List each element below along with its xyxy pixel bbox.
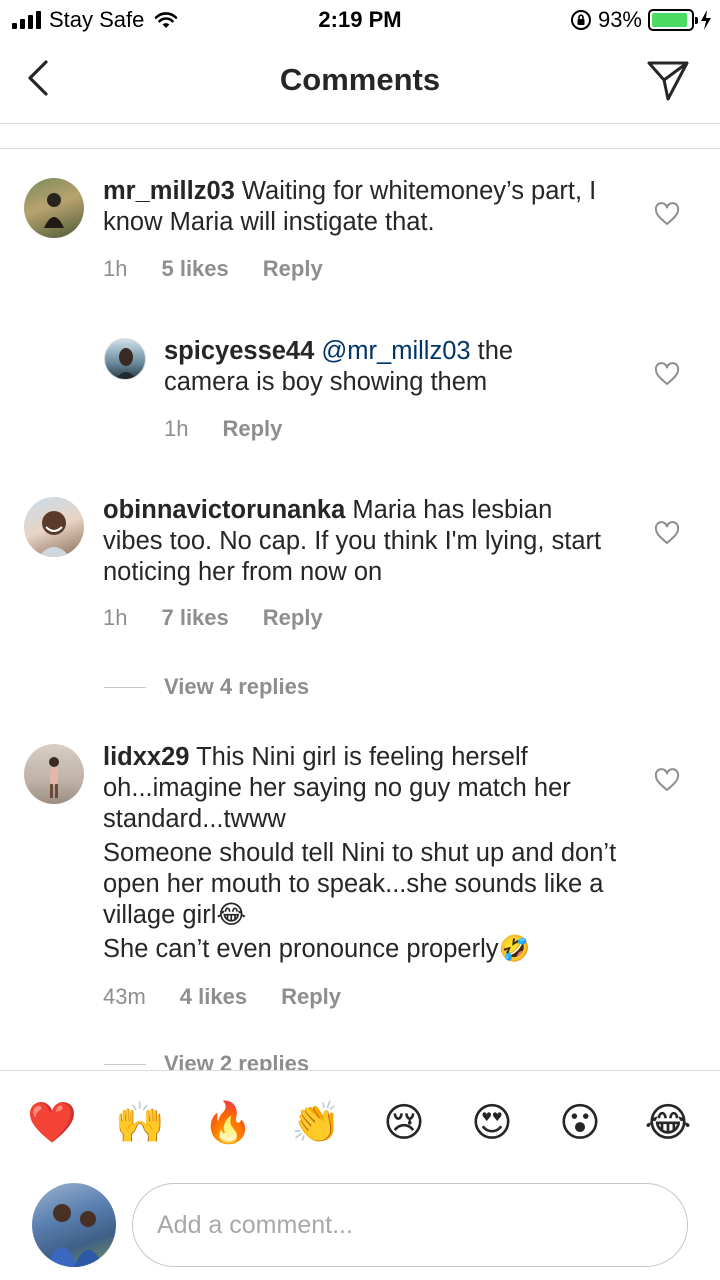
comment-body: Someone should tell Nini to shut up and … [103, 839, 617, 929]
emoji-quick-bar: ❤️ 🙌 🔥 👏 😢 😍 😮 😂 [0, 1097, 720, 1149]
view-replies-button[interactable]: View 4 replies [104, 674, 309, 700]
comment-time: 1h [103, 605, 128, 630]
page-title: Comments [279, 62, 441, 97]
emoji-heart-eyes[interactable]: 😍 [460, 1097, 524, 1149]
comment-time: 43m [103, 984, 146, 1009]
comment-meta: 1h 7 likes Reply [103, 605, 357, 631]
battery-percent: 93% [597, 7, 642, 32]
emoji-heart[interactable]: ❤️ [20, 1097, 84, 1149]
heart-outline-icon[interactable] [654, 362, 680, 386]
reply-button[interactable]: Reply [263, 256, 323, 282]
view-replies-label: View 4 replies [164, 674, 310, 699]
divider [0, 148, 720, 149]
emoji-fire[interactable]: 🔥 [196, 1097, 260, 1149]
header: Comments [0, 40, 720, 124]
emoji-crying[interactable]: 😢 [372, 1097, 436, 1149]
comment-composer: ❤️ 🙌 🔥 👏 😢 😍 😮 😂 [0, 1070, 720, 1280]
reply-button[interactable]: Reply [281, 984, 341, 1010]
battery-icon [648, 9, 698, 31]
comment-input[interactable] [132, 1183, 688, 1267]
comment-text: spicyesse44 @mr_millz03 the camera is bo… [164, 336, 604, 398]
heart-outline-icon[interactable] [654, 768, 680, 792]
comment-username[interactable]: lidxx29 [103, 743, 189, 771]
status-bar: Stay Safe 2:19 PM 93% [0, 0, 720, 40]
mention-link[interactable]: @mr_millz03 [321, 337, 470, 365]
comment-username[interactable]: spicyesse44 [164, 337, 314, 365]
comment-likes[interactable]: 7 likes [161, 605, 228, 631]
avatar [32, 1183, 116, 1267]
comment-meta: 43m 4 likes Reply [103, 984, 375, 1010]
avatar[interactable] [24, 178, 84, 238]
heart-outline-icon[interactable] [654, 202, 680, 226]
comment-text: mr_millz03 Waiting for whitemoney’s part… [103, 176, 603, 238]
comment-meta: 1h Reply [164, 416, 316, 442]
charging-bolt-icon [701, 10, 711, 30]
rotation-lock-icon [570, 10, 591, 30]
comment-meta: 1h 5 likes Reply [103, 256, 357, 282]
emoji-laughing[interactable]: 😂 [636, 1097, 700, 1149]
comment-text: obinnavictorunanka Maria has lesbian vib… [103, 495, 603, 588]
reply-button[interactable]: Reply [222, 416, 282, 442]
comment-likes[interactable]: 4 likes [180, 984, 247, 1010]
avatar[interactable] [104, 338, 146, 380]
divider [104, 686, 146, 688]
emoji-clapping[interactable]: 👏 [284, 1097, 348, 1149]
emoji-raised-hands[interactable]: 🙌 [108, 1097, 172, 1149]
comment-time: 1h [103, 256, 128, 281]
heart-outline-icon[interactable] [654, 521, 680, 545]
comment-text: lidxx29 This Nini girl is feeling hersel… [103, 742, 623, 965]
comment-username[interactable]: obinnavictorunanka [103, 496, 345, 524]
avatar[interactable] [24, 497, 84, 557]
emoji-surprised[interactable]: 😮 [548, 1097, 612, 1149]
comment-likes[interactable]: 5 likes [161, 256, 228, 282]
comment-username[interactable]: mr_millz03 [103, 177, 235, 205]
paper-plane-icon[interactable] [646, 58, 690, 102]
reply-button[interactable]: Reply [263, 605, 323, 631]
divider [104, 1063, 146, 1065]
avatar[interactable] [24, 744, 84, 804]
comment-body: She can’t even pronounce properly🤣 [103, 935, 531, 963]
comment-time: 1h [164, 416, 189, 441]
